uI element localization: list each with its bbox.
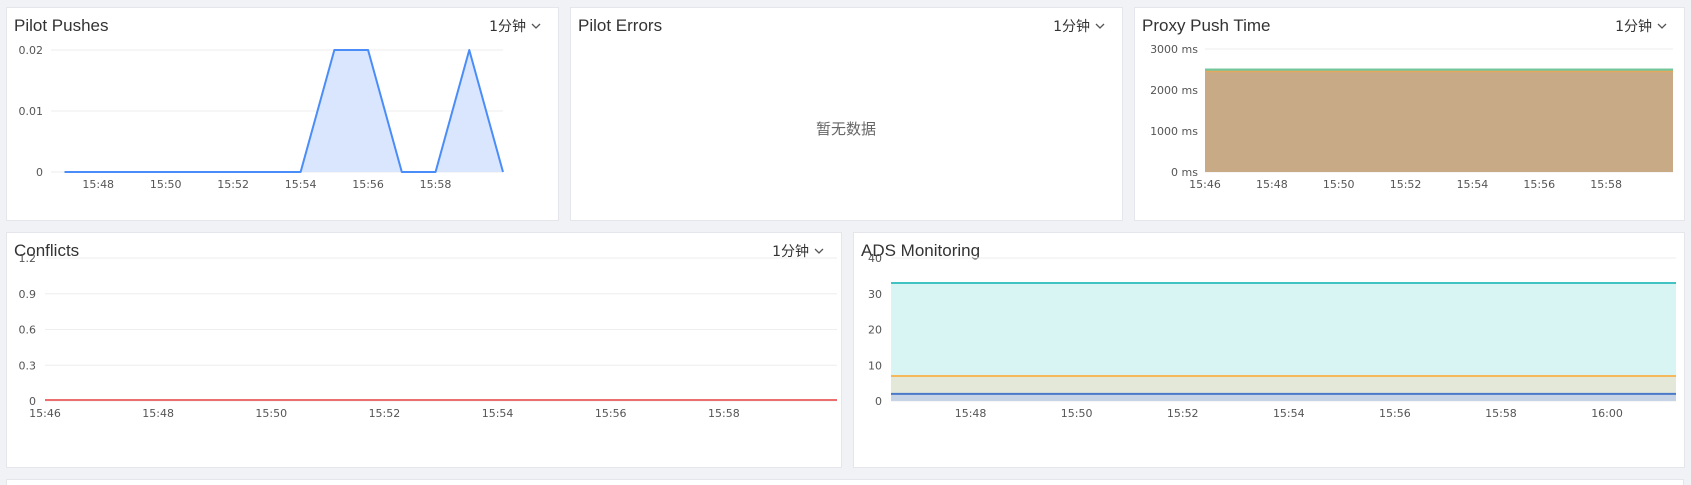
interval-label: 1分钟 [1053,19,1090,35]
proxy-push-time-chart: 0 ms1000 ms2000 ms3000 ms15:46 15:48 15:50… [1150,43,1673,191]
y-tick-label: 30 [868,288,882,301]
y-tick-label: 0.02 [19,44,44,57]
y-tick-label: 0.01 [19,105,44,118]
x-tick-label: 15:46 [1189,178,1221,191]
y-tick-label: 2000 ms [1150,84,1198,97]
y-tick-label: 0.9 [19,288,37,301]
x-tick-label: 15:46 [29,407,61,420]
x-tick-label: 15:48 [142,407,174,420]
x-tick-label: 15:56 [1523,178,1555,191]
ads-monitoring-panel: ADS Monitoring 0 10 20 30 40 15:48 15:50 15:52 1… [853,232,1685,468]
y-tick-label: 0.6 [19,324,37,337]
x-tick-label: 15:48 [82,178,114,191]
y-tick-label: 1000 ms [1150,125,1198,138]
y-tick-label: 40 [868,252,882,265]
conflicts-panel: Conflicts 1分钟 0 0.3 0.6 0.9 1.2 15:46 15:48 15:… [6,232,842,468]
y-tick-label: 0.3 [19,359,37,372]
pilot-errors-panel: Pilot Errors 1分钟 暂无数据 [570,7,1123,221]
x-tick-label: 15:48 [955,407,987,420]
x-tick-label: 15:52 [369,407,401,420]
x-tick-label: 15:48 [1256,178,1288,191]
x-tick-label: 15:58 [1485,407,1517,420]
x-tick-label: 15:50 [1061,407,1093,420]
proxy-push-time-panel: Proxy Push Time 1分钟 0 ms 1000 ms 2000 ms 30… [1134,7,1685,221]
pilot-pushes-panel: Pilot Pushes 1分钟 0 0.01 0.02 15:48 15:50 15:5… [6,7,559,221]
y-tick-label: 20 [868,324,882,337]
x-tick-label: 15:56 [1379,407,1411,420]
pilot-errors-interval-select[interactable]: 1分钟 [1053,16,1106,36]
x-tick-label: 15:52 [1167,407,1199,420]
y-tick-label: 0 [875,395,882,408]
pilot-errors-title: Pilot Errors [578,16,663,35]
y-tick-label: 10 [868,359,882,372]
y-tick-label: 3000 ms [1150,43,1198,56]
series-area-2 [1205,71,1673,172]
x-tick-label: 15:54 [482,407,514,420]
conflicts-chart: 00.30.60.91.215:46 15:48 15:50 15:52 15:54 15… [19,252,837,420]
x-tick-label: 15:50 [255,407,287,420]
x-tick-label: 15:58 [1590,178,1622,191]
pilot-errors-empty-text: 暂无数据 [816,120,877,138]
y-tick-label: 1.2 [19,252,37,265]
x-tick-label: 15:52 [1390,178,1422,191]
x-tick-label: 15:58 [708,407,740,420]
y-tick-label: 0 [36,166,43,179]
x-tick-label: 15:50 [150,178,182,191]
x-tick-label: 15:54 [285,178,317,191]
series-area-3 [891,393,1676,401]
x-tick-label: 15:52 [217,178,249,191]
x-tick-label: 15:54 [1457,178,1489,191]
x-tick-label: 15:50 [1323,178,1355,191]
x-tick-label: 16:00 [1591,407,1623,420]
pilot-pushes-chart: 0 0.01 0.02 15:48 15:50 15:52 15:54 15:56 15:58 [19,44,504,191]
x-tick-label: 15:56 [595,407,627,420]
x-tick-label: 15:58 [420,178,452,191]
x-tick-label: 15:56 [352,178,384,191]
chevron-down-icon [1095,23,1105,29]
ads-monitoring-chart: 0 10 20 30 40 15:48 15:50 15:52 15:54 15:56 15:58 1… [868,252,1676,420]
next-panel-edge [6,479,1684,485]
x-tick-label: 15:54 [1273,407,1305,420]
